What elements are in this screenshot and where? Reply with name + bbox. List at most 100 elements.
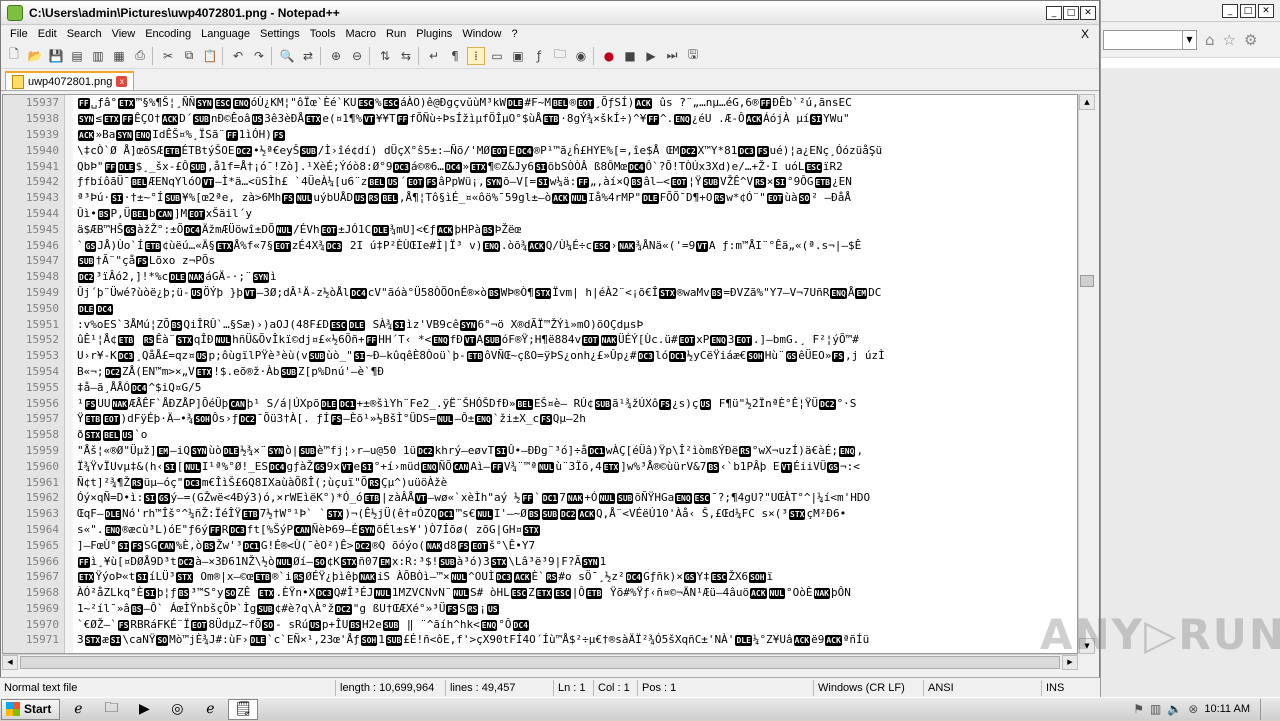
editor-line[interactable]: 15953 U›r¥-K DC3 ¸QåÅ£=qz¤ US p;ôùgïlPŸè³èù(v… <box>3 348 1077 364</box>
bg-maximize-icon[interactable]: □ <box>1240 3 1256 18</box>
text-editor[interactable]: 15937 FF ␣ƒâ° ETX ™§%¶Š¦¸ÑÑ SYN ESC ENQ óÙ¿KM¦"ô… <box>2 94 1078 654</box>
close-file-icon[interactable]: ▥ <box>89 47 107 65</box>
bg-minimize-icon[interactable]: _ <box>1222 3 1238 18</box>
maximize-button[interactable]: □ <box>1063 5 1079 20</box>
show-desktop-button[interactable] <box>1260 698 1272 720</box>
menu-help[interactable]: ? <box>506 28 522 40</box>
status-eol[interactable]: Windows (CR LF) <box>814 679 924 696</box>
udl-icon[interactable]: ▭ <box>488 47 506 65</box>
zoom-out-icon[interactable]: ⊖ <box>348 47 366 65</box>
save-macro-icon[interactable]: 🖫 <box>684 47 702 65</box>
menu-search[interactable]: Search <box>62 28 107 40</box>
editor-line[interactable]: 15963 ŒqF– DLE Nó'rh™Îš°^¼ñŽ:ÏéÎŸ ETB 7½†W°¹Þ… <box>3 506 1077 522</box>
start-button[interactable]: Start <box>1 698 61 720</box>
editor-line[interactable]: 15968 ÀÓ²åZLkq°È SI þ¦ƒ BS ³™S°y SO ZÊ ETX .ÈŸn•… <box>3 585 1077 601</box>
sync-scroll-h-icon[interactable]: ⇆ <box>397 47 415 65</box>
editor-line[interactable]: 15948 DC2 ³ïÂó2,]!*%c DLE NAK áGÄ-·;¨ SYN ì <box>3 269 1077 285</box>
explorer-icon[interactable]: 🗀 <box>96 699 126 720</box>
menu-view[interactable]: View <box>107 28 141 40</box>
error-icon[interactable]: ⊗ <box>1188 702 1198 716</box>
close-document-button[interactable]: X <box>1081 27 1089 41</box>
editor-line[interactable]: 15967 ETX ŸýoÞ«t SI íLÜ³ STX Om®|x–©œ ETB ®`i RS… <box>3 569 1077 585</box>
paste-icon[interactable]: 📋 <box>201 47 219 65</box>
menu-settings[interactable]: Settings <box>255 28 305 40</box>
editor-line[interactable]: 15964 s«". ENQ ®æcù³L)óE"ƒ6ý FF R DC3 ft[%ŠýP CA… <box>3 522 1077 538</box>
folder-workspace-icon[interactable]: 🗀 <box>551 47 569 65</box>
redo-icon[interactable]: ↷ <box>250 47 268 65</box>
monitoring-icon[interactable]: ◉ <box>572 47 590 65</box>
close-button[interactable]: ✕ <box>1080 5 1096 20</box>
editor-line[interactable]: 15956 ¹ FS UU NAK ÆÅÊF`ÅÐZÅP]ÕéÜþ CAN þ¹ S/á|ÚX… <box>3 395 1077 411</box>
editor-line[interactable]: 15958 ð STX BEL US `o <box>3 427 1077 443</box>
tab-uwp4072801[interactable]: uwp4072801.png x <box>5 71 135 90</box>
vertical-scroll-thumb[interactable] <box>1080 275 1094 287</box>
editor-line[interactable]: 15962 Óý×qÑ=D•ì: SI GS ý–=(GŽwë<4Ðý3)ó,×rWEì… <box>3 490 1077 506</box>
menu-encoding[interactable]: Encoding <box>140 28 196 40</box>
dropdown-arrow-icon[interactable]: ▼ <box>1182 30 1196 49</box>
horizontal-scrollbar[interactable]: ◀ ▶ <box>2 654 1078 670</box>
close-all-icon[interactable]: ▦ <box>110 47 128 65</box>
undo-icon[interactable]: ↶ <box>229 47 247 65</box>
save-icon[interactable]: 💾 <box>47 47 65 65</box>
cut-icon[interactable]: ✂ <box>159 47 177 65</box>
gear-icon[interactable]: ⚙ <box>1244 31 1257 49</box>
editor-line[interactable]: 15938 SYN ≤ ETX FF ÊÇO† ACK D´ SUB nĐ©Êoâ US 3ê3èÐÅ… <box>3 111 1077 127</box>
edge-icon[interactable]: ℯ <box>195 699 225 720</box>
chrome-icon[interactable]: ◎ <box>162 699 192 720</box>
background-window[interactable]: _ □ ✕ ▼ ⌂ ☆ ⚙ <box>1100 0 1280 697</box>
editor-line[interactable]: 15954 B«¬; DC2 ZÅ(EN™m>×„V ETX !$.eõ®ž·Àb SUB Z… <box>3 364 1077 380</box>
editor-line[interactable]: 15969 1~²íl¯»â BS –Ô` ÁœÌŸnbšçÕÞ`Ìg SUB ¢#è?q… <box>3 601 1077 617</box>
editor-line[interactable]: 15955 ‡å–ã¸ÅÅÓ DC4 ^$iQ¤G/5 <box>3 379 1077 395</box>
function-list-icon[interactable]: ƒ <box>530 47 548 65</box>
bg-close-icon[interactable]: ✕ <box>1258 3 1274 18</box>
editor-line[interactable]: 15937 FF ␣ƒâ° ETX ™§%¶Š¦¸ÑÑ SYN ESC ENQ óÙ¿KM¦"ô… <box>3 95 1077 111</box>
editor-line[interactable]: 15941 QbÞ" FF DLE $¸_šx-£Ô SUB ,å1f=Å†¡ó¯!Zò].… <box>3 158 1077 174</box>
media-player-icon[interactable]: ▶ <box>129 699 159 720</box>
scroll-left-icon[interactable]: ◀ <box>2 655 18 670</box>
editor-line[interactable]: 15942 ƒfbíôãÜ¯ BEL ÆENqYlóO VT –Ì*ä…<üSÌh£ `4… <box>3 174 1077 190</box>
editor-line[interactable]: 15971 3 STX æ SI \caNŸ SO Mò™jÈ¾J#:ùF› DLE `c`EÑ×… <box>3 632 1077 648</box>
editor-line[interactable]: 15949 Ûj´þ¨Üwé?ùòë¿þ;ü- US ÖÝþ }þ VT –3Ø;dÂ¹Ä… <box>3 285 1077 301</box>
minimize-button[interactable]: _ <box>1046 5 1062 20</box>
editor-line[interactable]: 15961 Ñ¢t]²¾¶Ž RS üµ–óç" DC3 m€ÎìŠ£6Q8IXaùàÕß… <box>3 474 1077 490</box>
star-icon[interactable]: ☆ <box>1223 31 1236 49</box>
flag-icon[interactable]: ⚑ <box>1133 702 1144 716</box>
menu-file[interactable]: File <box>5 28 33 40</box>
editor-line[interactable]: 15959 "Åš¦«®Ø"Üµž] EM –iQ SYN ùò DLE ½¾×¨ SYN ò| S… <box>3 443 1077 459</box>
editor-line[interactable]: 15945 ä$ÆB™HŠ GS àžŽ°:±Õ DC4 ÄžmÆÜöwî±DÕ NUL/É… <box>3 221 1077 237</box>
editor-line[interactable]: 15957 Ÿ ETB EOT)dFÿÉþ·Ä–•¾ SOH Ôs›ƒ DC2 ¯Õü3†À[… <box>3 411 1077 427</box>
editor-line[interactable]: 15939 ACK »Ba SYN ENQ IdÊŠ¤%¸ÏSã¨ FF 1ìÓH) FS <box>3 127 1077 143</box>
network-icon[interactable]: ▥ <box>1150 702 1161 716</box>
address-dropdown[interactable]: ▼ <box>1103 29 1197 50</box>
editor-line[interactable]: 15951:v%oES`3ÅMú¦ZÕ BS QiÎRÛ`…§Sæ)›)aOJ(48… <box>3 316 1077 332</box>
save-all-icon[interactable]: ▤ <box>68 47 86 65</box>
menu-window[interactable]: Window <box>457 28 506 40</box>
editor-line[interactable]: 15952 ûÊ¹¦Å¢ ETB RS Êà¨ STX qÎÐ NUL hñÜ&ÕvÎkï©d… <box>3 332 1077 348</box>
volume-icon[interactable]: 🔈 <box>1167 702 1182 716</box>
play-macro-icon[interactable]: ▶ <box>642 47 660 65</box>
editor-line[interactable]: 15965]–FœÙ° SI FS SG CAN %È,ò BS Žw'³ DC1 G!É®<Ù(… <box>3 537 1077 553</box>
editor-line[interactable]: 15970 `€ØŽ–` FS RBRáFKÉ¨Ï EOT 8ÜdµZ~fÕ SO - sRú… <box>3 616 1077 632</box>
editor-line[interactable]: 15944 Ûì• BS P,Ü BEL b CAN]M EOT xŠäil´y <box>3 206 1077 222</box>
run-macro-multiple-icon[interactable]: ⏭ <box>663 47 681 65</box>
menu-edit[interactable]: Edit <box>33 28 62 40</box>
menu-macro[interactable]: Macro <box>340 28 381 40</box>
notepadpp-taskbar-icon[interactable]: 🗒 <box>228 698 259 720</box>
editor-line[interactable]: 15947 SUB †Ã¨"çå FS Lõxo z¬PÕs <box>3 253 1077 269</box>
editor-line[interactable]: 15946 ` GS JÅ)Ùo`Í ETB ¢ùëú…«Ä§ ETX Å%f«7§ EOT zÉ… <box>3 237 1077 253</box>
doc-map-icon[interactable]: ▣ <box>509 47 527 65</box>
zoom-in-icon[interactable]: ⊕ <box>327 47 345 65</box>
word-wrap-icon[interactable]: ↵ <box>425 47 443 65</box>
record-macro-icon[interactable]: ● <box>600 47 618 65</box>
show-all-chars-icon[interactable]: ¶ <box>446 47 464 65</box>
print-icon[interactable]: ⎙ <box>131 47 149 65</box>
indent-guide-icon[interactable]: ⁞ <box>467 46 485 65</box>
copy-icon[interactable]: ⧉ <box>180 47 198 65</box>
stop-macro-icon[interactable]: ■ <box>621 47 639 65</box>
ie-icon[interactable]: ℯ <box>63 699 93 720</box>
home-icon[interactable]: ⌂ <box>1205 31 1215 49</box>
menu-plugins[interactable]: Plugins <box>411 28 457 40</box>
replace-icon[interactable]: ⇄ <box>299 47 317 65</box>
horizontal-scroll-thumb[interactable] <box>20 656 1060 669</box>
scroll-up-icon[interactable]: ▲ <box>1079 94 1095 110</box>
